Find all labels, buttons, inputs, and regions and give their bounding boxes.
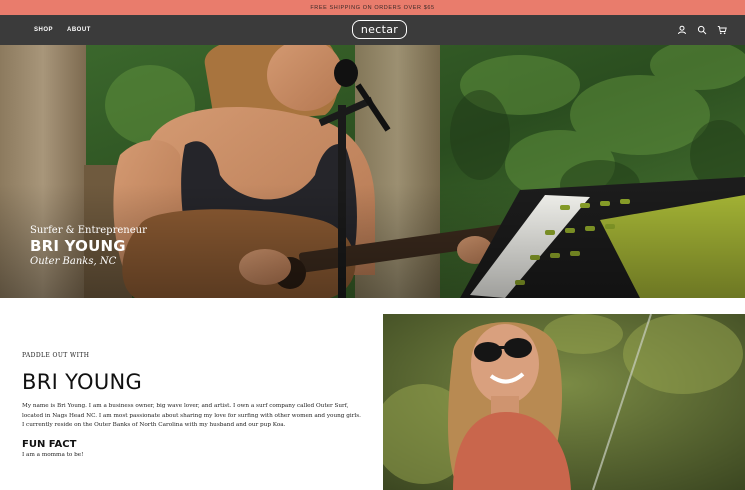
hero-location: Outer Banks, NC — [30, 256, 117, 267]
site-header: SHOP ABOUT nectar — [0, 15, 745, 45]
profile-section: PADDLE OUT WITH BRI YOUNG My name is Bri… — [22, 352, 362, 458]
search-icon[interactable] — [697, 25, 707, 35]
cart-icon[interactable] — [717, 25, 727, 35]
nav-about[interactable]: ABOUT — [67, 27, 91, 33]
hero-caption: Surfer & Entrepreneur BRI YOUNG Outer Ba… — [30, 225, 147, 267]
profile-bio: My name is Bri Young. I am a business ow… — [22, 403, 361, 428]
portrait-photo — [383, 314, 745, 490]
hero-subtitle: Surfer & Entrepreneur — [30, 225, 147, 236]
fun-fact-text: I am a momma to be! — [22, 451, 84, 458]
nav-shop[interactable]: SHOP — [34, 27, 53, 33]
nectar-logo[interactable]: nectar — [352, 20, 407, 39]
hero-banner: Surfer & Entrepreneur BRI YOUNG Outer Ba… — [0, 45, 745, 298]
header-icons — [677, 15, 727, 45]
announcement-text: Free shipping on orders over $65 — [310, 4, 435, 11]
main-nav: SHOP ABOUT — [34, 15, 91, 45]
account-icon[interactable] — [677, 25, 687, 35]
fun-fact-heading: FUN FACT — [22, 438, 77, 450]
hero-name: BRI YOUNG — [30, 237, 126, 255]
profile-eyebrow: PADDLE OUT WITH — [22, 352, 90, 359]
profile-title: BRI YOUNG — [22, 370, 143, 394]
announcement-bar: Free shipping on orders over $65 — [0, 0, 745, 15]
portrait-image — [383, 314, 745, 490]
